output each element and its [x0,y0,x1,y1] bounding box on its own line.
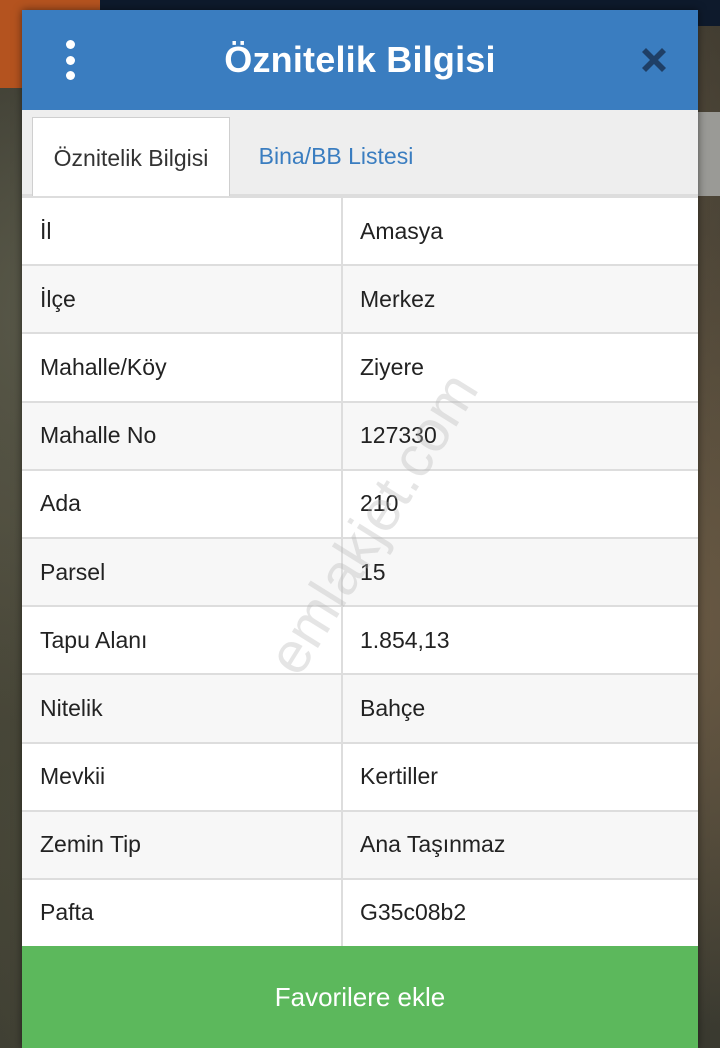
vertical-dots-icon[interactable] [58,40,82,80]
close-icon[interactable] [634,40,674,80]
attribute-dialog: Öznitelik Bilgisi Öznitelik Bilgisi Bina… [22,10,698,1048]
dialog-header: Öznitelik Bilgisi [22,10,698,110]
map-edge-panel [698,112,720,196]
row-key: Pafta [22,879,343,947]
table-row: İl Amasya [22,198,698,267]
row-key: Mahalle/Köy [22,334,343,401]
row-value: Ziyere [360,353,424,380]
table-row: Nitelik Bahçe [22,675,698,744]
row-value: Merkez [360,285,436,312]
table-row: Pafta G35c08b2 [22,879,698,949]
table-row: Mahalle No 127330 [22,402,698,471]
menu-dot [65,55,75,65]
tab-bar: Öznitelik Bilgisi Bina/BB Listesi [22,110,698,198]
row-value: G35c08b2 [360,899,467,926]
table-row: Mevkii Kertiller [22,743,698,812]
row-key: Mahalle No [22,402,343,469]
row-key: Zemin Tip [22,811,343,878]
table-row: İlçe Merkez [22,266,698,335]
tab-attribute-info[interactable]: Öznitelik Bilgisi [32,117,230,198]
dialog-title: Öznitelik Bilgisi [224,39,496,80]
table-row: Mahalle/Köy Ziyere [22,334,698,403]
row-key: İlçe [22,266,343,333]
menu-dot [65,71,75,80]
row-key: Tapu Alanı [22,607,343,674]
row-key: Mevkii [22,743,343,810]
table-row: Zemin Tip Ana Taşınmaz [22,811,698,880]
tab-building-list[interactable]: Bina/BB Listesi [236,117,436,196]
row-value: Amasya [360,217,444,244]
row-value: 1.854,13 [360,626,450,653]
menu-dot [65,40,75,49]
row-value: Bahçe [360,694,426,721]
row-key: Parsel [22,538,343,606]
row-value: 127330 [360,422,437,449]
add-to-favorites-button[interactable]: Favorilere ekle [22,946,698,1048]
row-key: İl [22,198,343,265]
row-value: 15 [360,558,386,585]
attribute-table: İl Amasya İlçe Merkez Mahalle/Köy Ziyere… [22,196,698,949]
row-key: Ada [22,470,343,537]
row-value: Ana Taşınmaz [360,831,506,858]
table-row: Tapu Alanı 1.854,13 [22,607,698,676]
row-key: Nitelik [22,675,343,742]
row-value: 210 [360,490,399,517]
table-row: Ada 210 [22,470,698,539]
close-icon-svg [642,48,666,72]
row-value: Kertiller [360,763,438,790]
table-row: Parsel 15 [22,538,698,608]
